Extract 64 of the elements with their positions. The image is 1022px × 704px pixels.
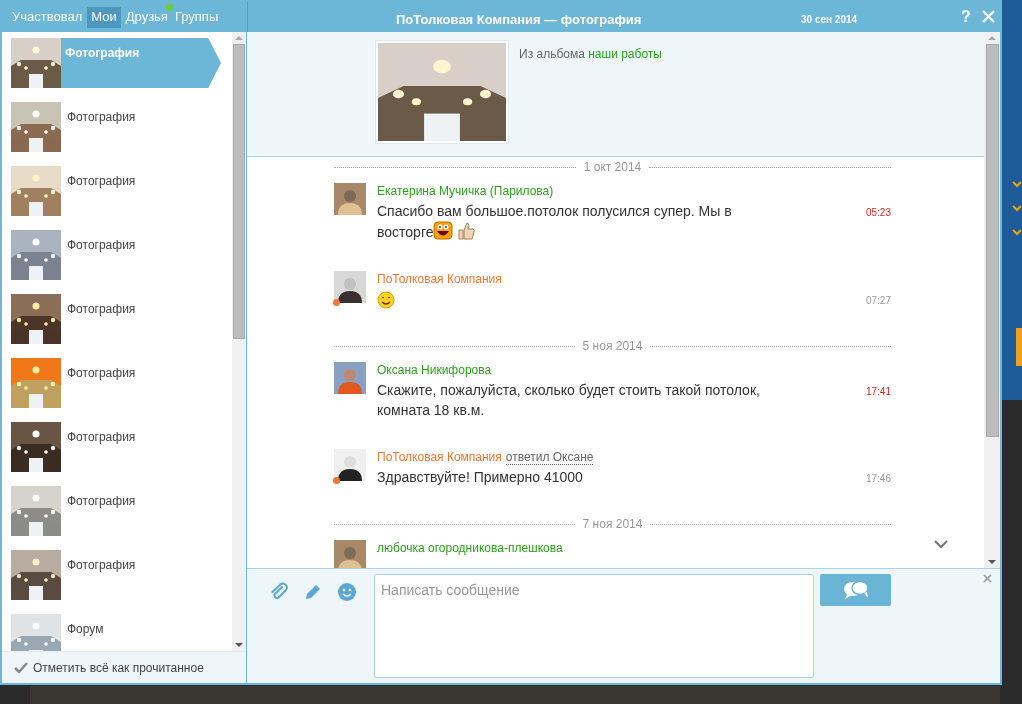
conversation-item[interactable]: Фотография (2, 166, 232, 230)
conversation-item[interactable]: Фотография (2, 358, 232, 422)
tab[interactable]: Участвовал (10, 6, 85, 28)
tab[interactable]: Мои (87, 6, 121, 28)
side-panel-strip (1016, 328, 1022, 366)
scrollbar[interactable] (984, 32, 1000, 568)
check-icon (14, 661, 28, 674)
message-text: Здравствуйте! Примерно 41000 (377, 468, 584, 488)
message-time: 07:27 (865, 294, 891, 308)
message-text: Скажите, пожалуйста, сколько будет стоить такой потолок, комната 18 кв.м. (377, 381, 761, 421)
close-icon[interactable] (983, 574, 992, 583)
thumbs-up-icon (457, 222, 476, 240)
scrollbar-thumb[interactable] (233, 44, 245, 339)
help-button[interactable]: ? (961, 7, 971, 27)
conversation-item[interactable]: Фотография (2, 102, 232, 166)
scrollbar[interactable] (232, 32, 246, 651)
laughing-face-icon (433, 221, 454, 240)
author-name[interactable]: Оксана Никифорова (377, 362, 492, 379)
message-field[interactable]: Написать сообщение (374, 574, 814, 678)
conversation-title: Фотография (65, 46, 140, 60)
date-separator: 1 окт 2014 (583, 159, 642, 176)
conversation-title: Фотография (67, 366, 136, 380)
message-time: 17:46 (865, 472, 891, 487)
smiley-icon[interactable] (337, 582, 357, 602)
album-caption: Из альбома наши работы (519, 46, 662, 63)
conversation-item[interactable]: Фотография (2, 422, 232, 486)
conversation-item[interactable]: Фотография (2, 550, 232, 614)
tab[interactable]: Друзья (123, 6, 170, 28)
check-icon (1012, 180, 1022, 188)
paperclip-icon[interactable] (269, 582, 289, 602)
message-time: 17:41 (865, 385, 891, 400)
speech-bubbles-icon (841, 580, 870, 600)
author-name[interactable]: Екатерина Мучичка (Парилова) (377, 183, 554, 199)
author-name[interactable]: любочка огородникова-плешкова (377, 540, 563, 557)
smiley-icon (377, 291, 395, 310)
conversation-title: Фотография (67, 238, 136, 252)
check-icon (1012, 228, 1022, 236)
conversation-title: Фотография (67, 430, 136, 444)
mark-all-read-link[interactable]: Отметить всё как прочитанное (33, 658, 204, 677)
send-button[interactable] (820, 574, 891, 606)
conversation-item[interactable]: Фотография (2, 230, 232, 294)
message-text: Спасибо вам большое.потолок полусился супер. Мы в восторге (377, 202, 733, 242)
date-separator: 7 ноя 2014 (582, 516, 643, 534)
conversation-title: Фотография (67, 174, 136, 188)
conversation-title: Фотография (67, 494, 136, 508)
date-separator: 5 ноя 2014 (582, 338, 643, 356)
tab[interactable]: Группы (172, 6, 221, 28)
pencil-icon[interactable] (303, 582, 323, 602)
conversation-item[interactable]: Фотография (2, 294, 232, 358)
scrollbar-thumb[interactable] (985, 44, 999, 437)
author-name[interactable]: ПоТолковая Компания (377, 271, 502, 287)
conversation-title: Фотография (67, 302, 136, 316)
author-name[interactable]: ПоТолковая Компания (377, 449, 502, 466)
window-date: 30 сен 2014 (801, 13, 858, 27)
check-icon (1012, 204, 1022, 212)
conversation-title: Фотография (67, 558, 136, 572)
conversation-item[interactable]: Фотография (2, 486, 232, 550)
window-title: ПоТолковая Компания — фотография (396, 11, 642, 29)
album-link[interactable]: наши работы (588, 47, 662, 61)
message-time: 05:23 (865, 206, 891, 220)
reply-note[interactable]: ответил Оксане (505, 451, 594, 466)
chevron-down-icon[interactable] (934, 540, 948, 549)
conversation-title: Форум (67, 622, 104, 636)
conversation-title: Фотография (67, 110, 136, 124)
